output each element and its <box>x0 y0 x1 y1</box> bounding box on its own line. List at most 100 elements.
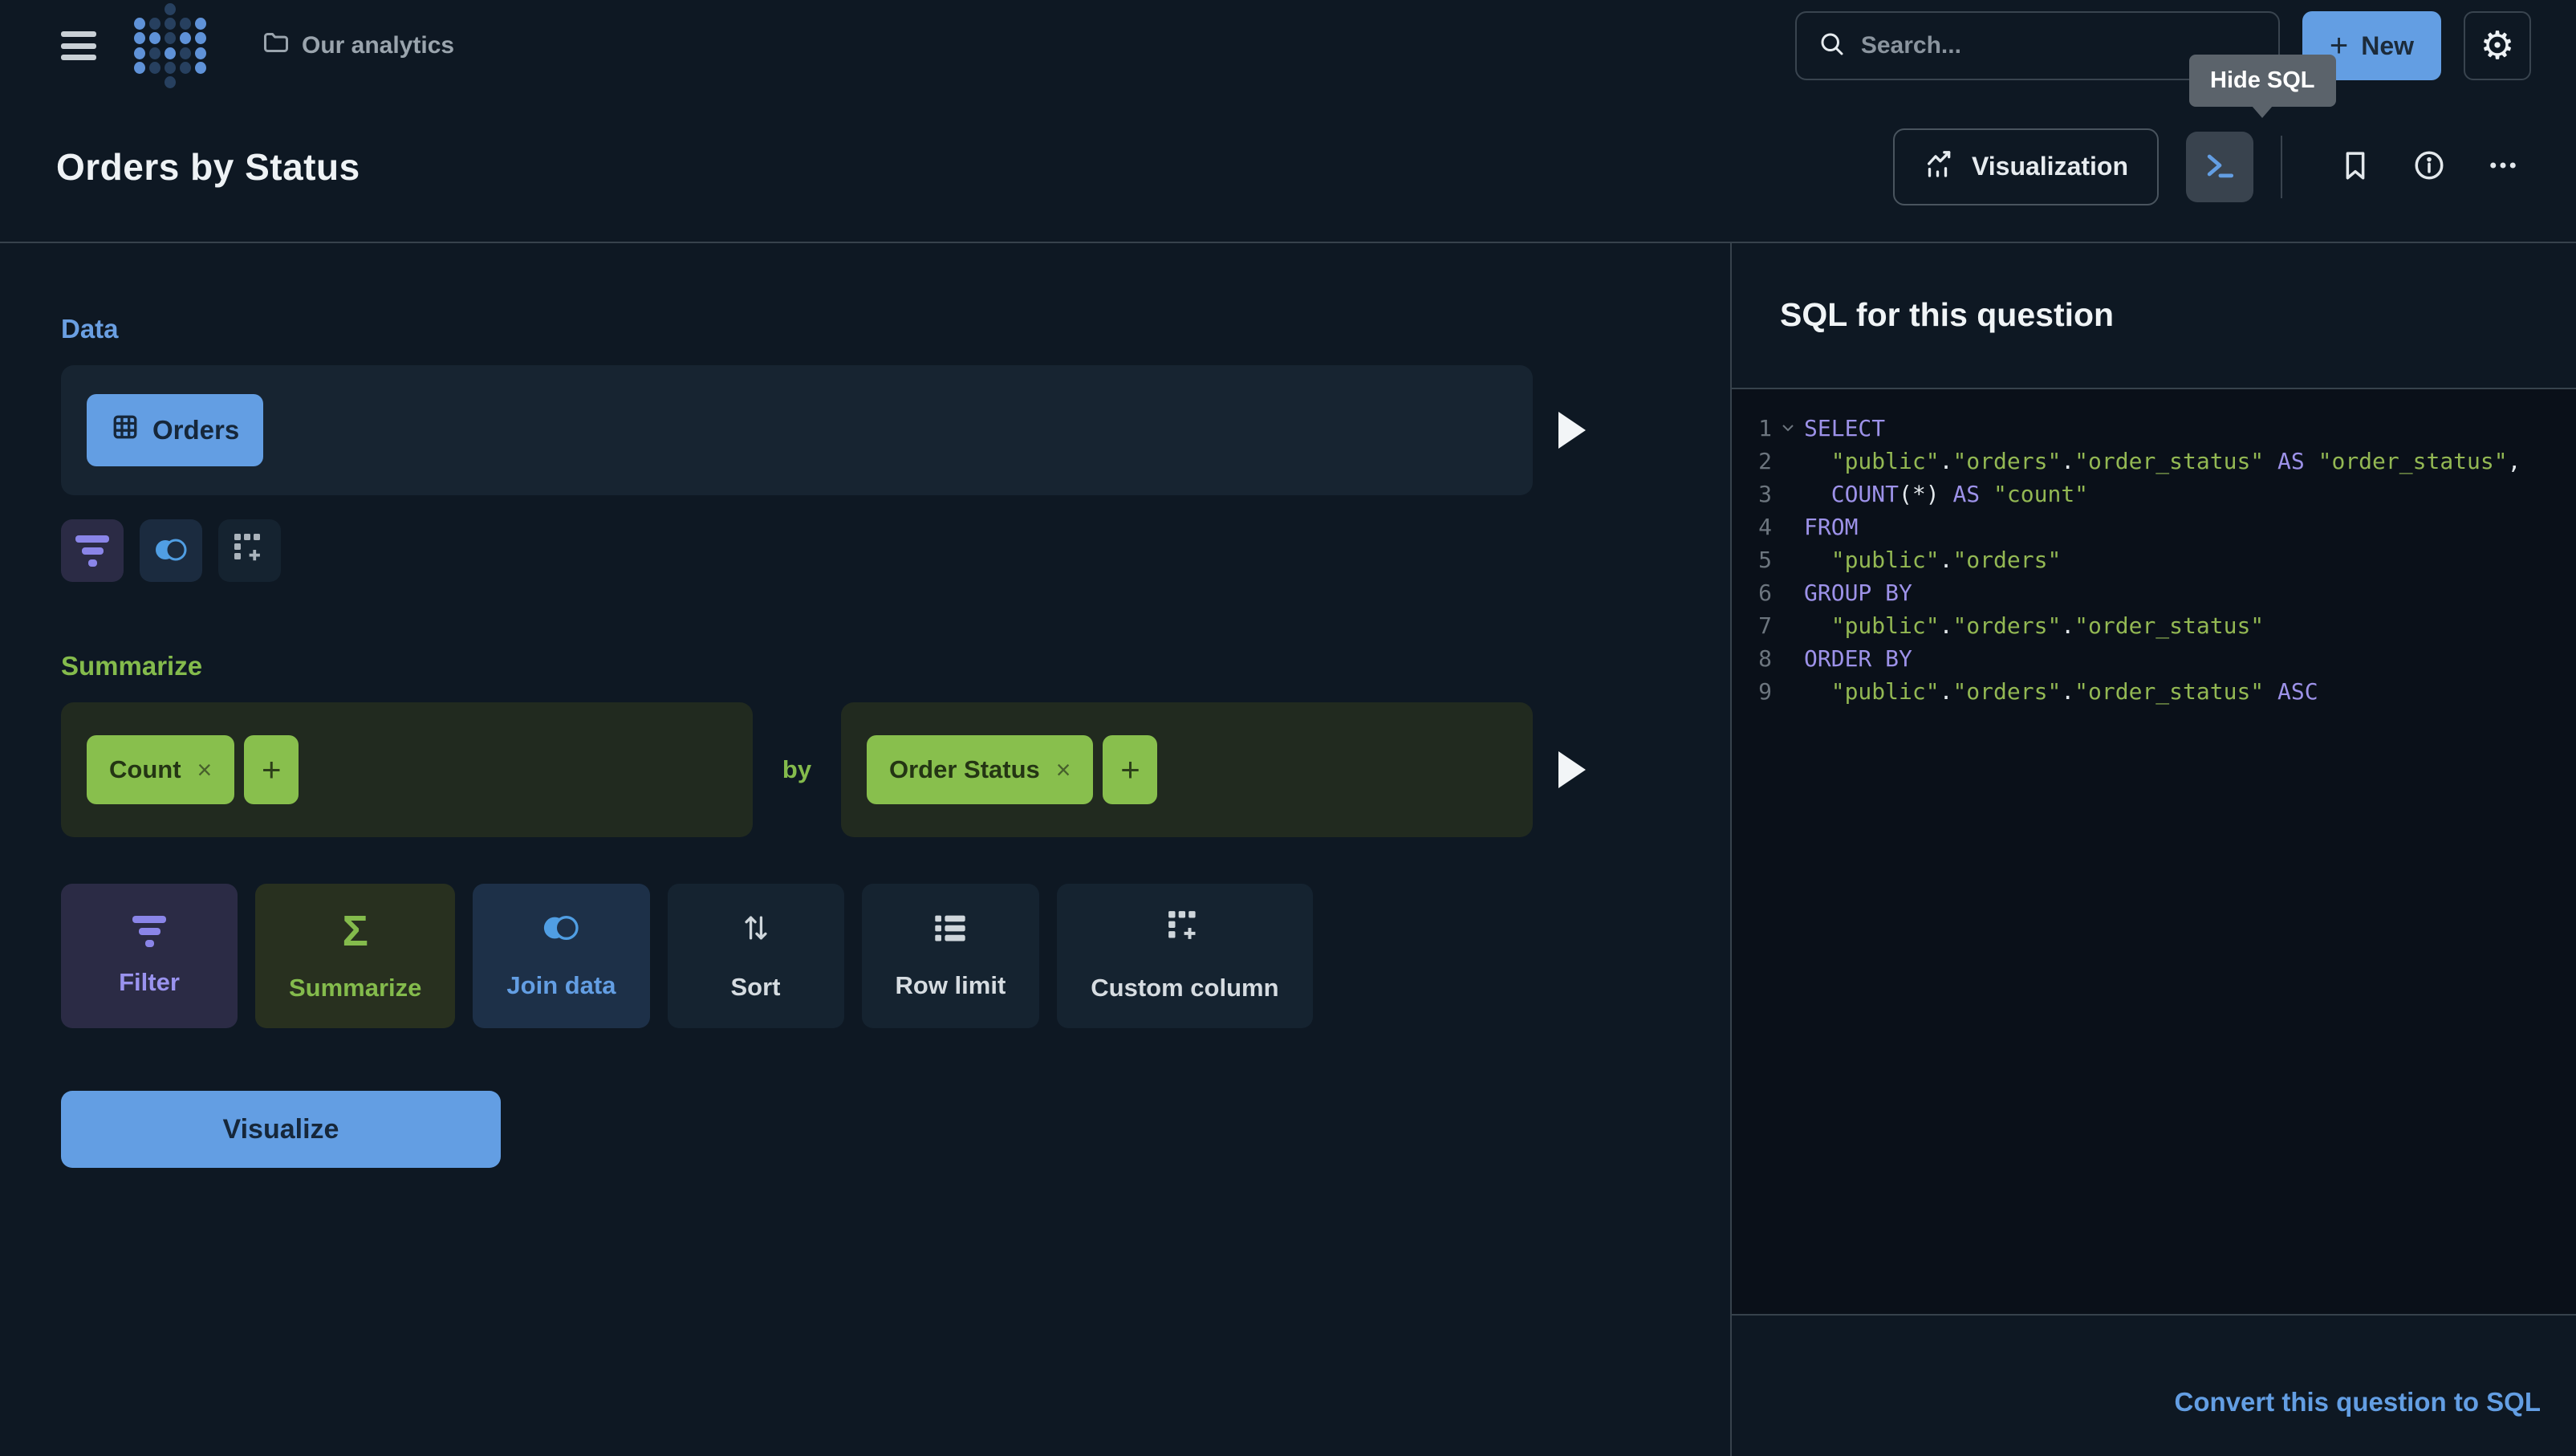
filter-icon <box>132 916 166 947</box>
fold-chevron-icon <box>1772 576 1804 609</box>
sql-line: 5 "public"."orders" <box>1732 543 2576 576</box>
join-venn-icon <box>538 912 583 950</box>
visualize-button[interactable]: Visualize <box>61 1091 501 1168</box>
aggregation-card: Count × + <box>61 702 753 837</box>
line-number: 3 <box>1732 478 1772 510</box>
fold-chevron-icon <box>1772 609 1804 642</box>
terminal-icon <box>2202 148 2237 185</box>
remove-breakout-icon[interactable]: × <box>1056 755 1071 785</box>
convert-to-sql-link[interactable]: Convert this question to SQL <box>2174 1387 2541 1417</box>
sql-line: 2 "public"."orders"."order_status" AS "o… <box>1732 445 2576 478</box>
metabase-logo[interactable] <box>133 3 207 88</box>
visualization-button-label: Visualization <box>1972 152 2128 181</box>
fold-chevron-icon <box>1772 543 1804 576</box>
join-data-action-button[interactable]: Join data <box>473 884 649 1028</box>
page-title: Orders by Status <box>56 145 360 189</box>
preview-summarize-button[interactable] <box>1558 751 1586 788</box>
custom-column-action-button[interactable]: Custom column <box>1057 884 1312 1028</box>
sql-line-text: ORDER BY <box>1804 642 1912 675</box>
step-shortcut-row <box>61 519 1586 582</box>
line-number: 5 <box>1732 543 1772 576</box>
settings-button[interactable]: ⚙ <box>2464 11 2531 80</box>
sql-line: 7 "public"."orders"."order_status" <box>1732 609 2576 642</box>
add-filter-step-button[interactable] <box>61 519 124 582</box>
bookmark-button[interactable] <box>2327 139 2383 195</box>
sql-line-text: "public"."orders"."order_status" AS "ord… <box>1804 445 2521 478</box>
tooltip-label: Hide SQL <box>2210 67 2315 93</box>
by-label: by <box>753 755 841 784</box>
remove-aggregation-icon[interactable]: × <box>197 755 213 785</box>
fold-chevron-icon[interactable] <box>1772 412 1804 445</box>
sql-line: 6GROUP BY <box>1732 576 2576 609</box>
fold-chevron-icon <box>1772 642 1804 675</box>
breakout-card: Order Status × + <box>841 702 1533 837</box>
sql-panel-title: SQL for this question <box>1780 296 2114 334</box>
breakout-pill[interactable]: Order Status × <box>867 735 1093 804</box>
new-button-label: New <box>2361 31 2414 61</box>
data-table-button[interactable]: Orders <box>87 394 263 466</box>
sort-action-label: Sort <box>731 973 781 1002</box>
filter-action-label: Filter <box>119 968 180 997</box>
fold-chevron-icon <box>1772 478 1804 510</box>
filter-action-button[interactable]: Filter <box>61 884 238 1028</box>
folder-icon <box>262 28 291 63</box>
sql-line: 8ORDER BY <box>1732 642 2576 675</box>
hamburger-menu-icon[interactable] <box>61 31 96 60</box>
line-number: 7 <box>1732 609 1772 642</box>
data-section-label: Data <box>61 314 1586 344</box>
info-button[interactable] <box>2401 139 2457 195</box>
join-venn-icon <box>151 535 191 567</box>
bookmark-icon <box>2338 148 2372 185</box>
add-breakout-button[interactable]: + <box>1103 735 1157 804</box>
header-controls: Visualization <box>1893 128 2531 205</box>
sort-action-button[interactable]: Sort <box>668 884 844 1028</box>
info-icon <box>2412 148 2446 185</box>
hide-sql-tooltip: Hide SQL <box>2189 55 2336 107</box>
sql-code-block[interactable]: 1SELECT2 "public"."orders"."order_status… <box>1732 388 2576 1316</box>
aggregation-pill[interactable]: Count × <box>87 735 234 804</box>
summarize-action-button[interactable]: Σ Summarize <box>255 884 455 1028</box>
sql-line: 9 "public"."orders"."order_status" ASC <box>1732 675 2576 708</box>
row-limit-action-button[interactable]: Row limit <box>862 884 1040 1028</box>
more-options-button[interactable] <box>2475 139 2531 195</box>
line-number: 1 <box>1732 412 1772 445</box>
sql-line-text: FROM <box>1804 510 1858 543</box>
preview-data-button[interactable] <box>1558 412 1586 449</box>
filter-icon <box>75 535 109 567</box>
row-limit-icon <box>932 912 968 950</box>
line-number: 9 <box>1732 675 1772 708</box>
sql-sidebar: SQL for this question 1SELECT2 "public".… <box>1732 243 2576 1456</box>
sort-icon <box>738 910 774 952</box>
notebook-editor: Data Orders <box>0 243 1732 1456</box>
breadcrumb[interactable]: Our analytics <box>262 28 454 63</box>
sql-line-text: COUNT(*) AS "count" <box>1804 478 2088 510</box>
custom-column-icon <box>1167 909 1202 953</box>
custom-column-action-label: Custom column <box>1091 974 1278 1003</box>
visualization-button[interactable]: Visualization <box>1893 128 2159 205</box>
toggle-sql-button[interactable] <box>2186 132 2253 202</box>
sql-line: 3 COUNT(*) AS "count" <box>1732 478 2576 510</box>
gear-icon: ⚙ <box>2480 23 2514 68</box>
breakout-label: Order Status <box>889 755 1040 784</box>
add-join-step-button[interactable] <box>140 519 202 582</box>
table-icon <box>111 413 140 448</box>
search-icon <box>1818 30 1847 63</box>
add-aggregation-button[interactable]: + <box>244 735 299 804</box>
line-number: 4 <box>1732 510 1772 543</box>
fold-chevron-icon <box>1772 510 1804 543</box>
sql-line-text: GROUP BY <box>1804 576 1912 609</box>
action-buttons-row: Filter Σ Summarize Join data <box>61 884 1586 1028</box>
sql-line-text: "public"."orders"."order_status" ASC <box>1804 675 2318 708</box>
main-area: Data Orders <box>0 243 2576 1456</box>
data-table-label: Orders <box>152 415 239 445</box>
line-number: 2 <box>1732 445 1772 478</box>
aggregation-label: Count <box>109 755 181 784</box>
summarize-action-label: Summarize <box>289 974 421 1003</box>
data-card: Orders <box>61 365 1533 495</box>
sql-line: 1SELECT <box>1732 412 2576 445</box>
chart-icon <box>1924 148 1956 186</box>
metabase-app: Our analytics + New ⚙ Hide SQL Orders by… <box>0 0 2576 1456</box>
add-custom-column-step-button[interactable] <box>218 519 281 582</box>
fold-chevron-icon <box>1772 675 1804 708</box>
custom-column-icon <box>233 532 266 570</box>
